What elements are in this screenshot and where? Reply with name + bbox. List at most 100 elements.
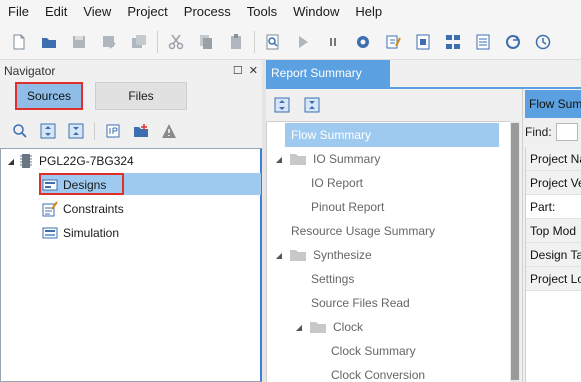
- report-tree: Flow Summary ◢ IO Summary IO Report Pino…: [266, 121, 520, 382]
- menu-edit[interactable]: Edit: [37, 0, 75, 24]
- flow-summary-table: Project Na Project Ve Part: Top Mod Desi…: [525, 147, 581, 382]
- report-summary-panel: Report Summary Flow Summary ◢ IO Summary…: [266, 60, 581, 382]
- report-item-clock-conversion[interactable]: Clock Conversion: [331, 363, 425, 382]
- find-label: Find:: [525, 125, 552, 139]
- collapse-all-icon[interactable]: [302, 95, 322, 115]
- expand-arrow-icon[interactable]: ◢: [273, 251, 285, 260]
- scroll-thumb[interactable]: [511, 123, 519, 380]
- report-item-clock[interactable]: ◢ Clock: [293, 315, 363, 339]
- save-as-icon[interactable]: [98, 31, 120, 53]
- main-toolbar: [0, 24, 581, 60]
- new-file-icon[interactable]: [8, 31, 30, 53]
- report-item-label: Pinout Report: [311, 200, 385, 214]
- device-label: PGL22G-7BG324: [39, 154, 134, 168]
- chip-icon: [17, 153, 35, 169]
- tree-item-constraints[interactable]: Constraints: [41, 198, 124, 220]
- find-icon[interactable]: [262, 31, 284, 53]
- find-input[interactable]: [555, 123, 578, 141]
- toolbar-separator: [94, 122, 95, 140]
- report-tree-scrollbar[interactable]: [510, 121, 520, 382]
- report-item-label: IO Report: [311, 176, 364, 190]
- constraints-label: Constraints: [63, 202, 124, 216]
- source-tree: ◢ PGL22G-7BG324 Designs Constraints Simu…: [0, 148, 262, 382]
- report-item-synthesize[interactable]: ◢ Synthesize: [273, 243, 372, 267]
- navigator-title-bar: Navigator ☐ ✕: [0, 60, 262, 82]
- hierarchy-icon[interactable]: [442, 31, 464, 53]
- menu-help[interactable]: Help: [347, 0, 390, 24]
- designs-label: Designs: [63, 178, 107, 192]
- report-item-source-files[interactable]: Source Files Read: [311, 291, 410, 315]
- menu-bar: File Edit View Project Process Tools Win…: [0, 0, 581, 24]
- pause-icon[interactable]: [322, 31, 344, 53]
- table-row: Top Mod: [526, 219, 581, 243]
- warning-icon[interactable]: [159, 121, 179, 141]
- checklist-icon[interactable]: [472, 31, 494, 53]
- tab-report-summary[interactable]: Report Summary: [266, 60, 390, 87]
- menu-file[interactable]: File: [0, 0, 37, 24]
- report-item-settings[interactable]: Settings: [311, 267, 354, 291]
- edit-notes-icon[interactable]: [382, 31, 404, 53]
- report-item-io-report[interactable]: IO Report: [311, 171, 363, 195]
- tree-item-designs[interactable]: Designs: [41, 174, 106, 196]
- report-item-label: Source Files Read: [311, 296, 410, 310]
- navigator-toolbar: [0, 118, 262, 144]
- report-item-label: IO Summary: [313, 152, 381, 166]
- clock-icon[interactable]: [532, 31, 554, 53]
- save-icon[interactable]: [68, 31, 90, 53]
- report-item-resource-usage[interactable]: Resource Usage Summary: [291, 219, 435, 243]
- expand-arrow-icon[interactable]: ◢: [273, 155, 285, 164]
- menu-tools[interactable]: Tools: [239, 0, 285, 24]
- expand-all-icon[interactable]: [38, 121, 58, 141]
- restore-icon[interactable]: ☐: [233, 60, 243, 82]
- open-folder-icon[interactable]: [38, 31, 60, 53]
- expand-arrow-icon[interactable]: ◢: [293, 323, 305, 332]
- report-item-clock-summary[interactable]: Clock Summary: [331, 339, 416, 363]
- tab-sources[interactable]: Sources: [15, 82, 83, 110]
- menu-process[interactable]: Process: [176, 0, 239, 24]
- expand-arrow-icon[interactable]: ◢: [5, 157, 17, 166]
- ip-icon[interactable]: [103, 121, 123, 141]
- tree-item-simulation[interactable]: Simulation: [41, 222, 119, 244]
- folder-icon: [290, 250, 306, 261]
- table-row: Design Ta: [526, 243, 581, 267]
- menu-project[interactable]: Project: [119, 0, 175, 24]
- menu-window[interactable]: Window: [285, 0, 347, 24]
- expand-all-icon[interactable]: [272, 95, 292, 115]
- folder-icon: [310, 322, 326, 333]
- report-item-io-summary[interactable]: ◢ IO Summary: [273, 147, 380, 171]
- flow-summary-panel: Flow Summ Find: Project Na Project Ve Pa…: [522, 89, 581, 382]
- report-item-label: Flow Summary: [291, 128, 372, 142]
- save-all-icon[interactable]: [128, 31, 150, 53]
- close-icon[interactable]: ✕: [249, 60, 258, 82]
- report-item-label: Settings: [311, 272, 355, 286]
- toolbar-separator: [157, 30, 158, 53]
- copy-icon[interactable]: [195, 31, 217, 53]
- search-icon[interactable]: [10, 121, 30, 141]
- navigator-panel: Navigator ☐ ✕ Sources Files ◢ PGL22G-7BG…: [0, 60, 262, 382]
- report-icon[interactable]: [412, 31, 434, 53]
- menu-view[interactable]: View: [75, 0, 119, 24]
- run-icon[interactable]: [292, 31, 314, 53]
- report-item-label: Clock Conversion: [331, 368, 426, 382]
- table-row: Project Na: [526, 147, 581, 171]
- report-toolbar: [266, 93, 516, 117]
- collapse-all-icon[interactable]: [66, 121, 86, 141]
- cut-icon[interactable]: [165, 31, 187, 53]
- report-item-label: Synthesize: [313, 248, 372, 262]
- tab-files[interactable]: Files: [95, 82, 187, 110]
- toolbar-separator: [254, 30, 255, 53]
- navigator-tabs: Sources Files: [12, 82, 192, 112]
- tree-item-device[interactable]: ◢ PGL22G-7BG324: [5, 150, 134, 172]
- tab-flow-summary[interactable]: Flow Summ: [525, 90, 581, 118]
- add-source-icon[interactable]: [131, 121, 151, 141]
- navigator-title: Navigator: [4, 64, 56, 78]
- refresh-icon[interactable]: [502, 31, 524, 53]
- simulation-label: Simulation: [63, 226, 120, 240]
- report-item-pinout-report[interactable]: Pinout Report: [311, 195, 384, 219]
- simulation-icon: [41, 225, 59, 241]
- find-bar: Find:: [525, 121, 581, 143]
- report-item-label: Resource Usage Summary: [291, 224, 436, 238]
- paste-icon[interactable]: [225, 31, 247, 53]
- report-item-flow-summary[interactable]: Flow Summary: [285, 123, 499, 147]
- settings-gear-icon[interactable]: [352, 31, 374, 53]
